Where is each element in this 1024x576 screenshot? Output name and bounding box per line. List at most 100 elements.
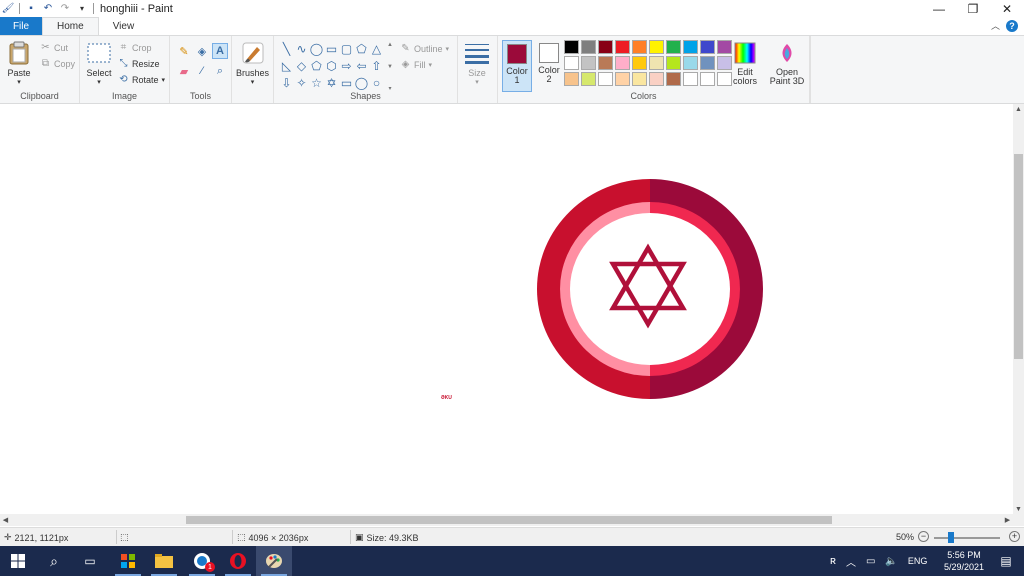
customize-quick-access-icon[interactable]: ▾ bbox=[76, 3, 88, 15]
fill-bucket-icon[interactable]: ◈ bbox=[194, 43, 210, 59]
curve-shape-icon[interactable]: ∿ bbox=[294, 41, 309, 56]
task-view-button[interactable]: ▭ bbox=[72, 546, 108, 576]
size-button[interactable]: Size ▾ bbox=[464, 40, 490, 86]
zoom-out-button[interactable]: − bbox=[918, 531, 929, 542]
palette-color-swatch[interactable] bbox=[683, 40, 698, 54]
cloud-callout-shape-icon[interactable]: ○ bbox=[369, 75, 384, 90]
right-arrow-shape-icon[interactable]: ⇨ bbox=[339, 58, 354, 73]
paste-button[interactable]: Paste ▾ bbox=[6, 40, 32, 86]
zoom-in-button[interactable]: + bbox=[1009, 531, 1020, 542]
canvas-area[interactable]: ƏKU bbox=[0, 104, 1013, 514]
left-arrow-shape-icon[interactable]: ⇦ bbox=[354, 58, 369, 73]
oval-callout-shape-icon[interactable]: ◯ bbox=[354, 75, 369, 90]
taskbar-paint[interactable] bbox=[256, 546, 292, 576]
palette-color-swatch[interactable] bbox=[683, 72, 698, 86]
polygon-shape-icon[interactable]: ⬠ bbox=[354, 41, 369, 56]
battery-icon[interactable]: ▭ bbox=[866, 556, 875, 567]
clock[interactable]: 5:56 PM 5/29/2021 bbox=[944, 549, 984, 573]
vertical-scroll-thumb[interactable] bbox=[1014, 154, 1023, 359]
zoom-slider-track[interactable] bbox=[934, 537, 1000, 539]
tab-view[interactable]: View bbox=[99, 17, 149, 35]
collapse-ribbon-icon[interactable]: ︿ bbox=[991, 19, 1000, 32]
pentagon-shape-icon[interactable]: ⬠ bbox=[309, 58, 324, 73]
palette-color-swatch[interactable] bbox=[666, 72, 681, 86]
cut-button[interactable]: ✂ Cut bbox=[40, 42, 68, 53]
five-point-star-shape-icon[interactable]: ☆ bbox=[309, 75, 324, 90]
shapes-scroll[interactable]: ▲ ▼ ▾ bbox=[386, 42, 394, 92]
palette-color-swatch[interactable] bbox=[598, 72, 613, 86]
diamond-shape-icon[interactable]: ◇ bbox=[294, 58, 309, 73]
hexagon-shape-icon[interactable]: ⬡ bbox=[324, 58, 339, 73]
palette-color-swatch[interactable] bbox=[700, 40, 715, 54]
language-indicator[interactable]: ENG bbox=[908, 556, 928, 566]
minimize-button[interactable]: — bbox=[922, 0, 956, 17]
edit-colors-button[interactable]: Edit colors bbox=[731, 40, 759, 86]
paint-app-icon[interactable]: 🖌 bbox=[2, 3, 15, 15]
palette-color-swatch[interactable] bbox=[649, 56, 664, 70]
help-icon[interactable]: ? bbox=[1006, 19, 1018, 32]
palette-color-swatch[interactable] bbox=[666, 40, 681, 54]
horizontal-scroll-thumb[interactable] bbox=[186, 516, 832, 524]
palette-color-swatch[interactable] bbox=[581, 72, 596, 86]
scroll-left-icon[interactable]: ◀ bbox=[0, 515, 11, 525]
restore-button[interactable]: ❐ bbox=[956, 0, 990, 17]
copy-button[interactable]: ⧉ Copy bbox=[40, 58, 75, 69]
palette-color-swatch[interactable] bbox=[598, 56, 613, 70]
undo-icon[interactable]: ↶ bbox=[42, 3, 54, 15]
down-arrow-shape-icon[interactable]: ⇩ bbox=[279, 75, 294, 90]
palette-color-swatch[interactable] bbox=[666, 56, 681, 70]
palette-color-swatch[interactable] bbox=[683, 56, 698, 70]
tab-home[interactable]: Home bbox=[42, 16, 99, 36]
close-button[interactable]: ✕ bbox=[990, 0, 1024, 17]
palette-color-swatch[interactable] bbox=[615, 40, 630, 54]
palette-color-swatch[interactable] bbox=[564, 40, 579, 54]
fill-button[interactable]: ◈ Fill ▾ bbox=[400, 59, 432, 70]
line-shape-icon[interactable]: ╲ bbox=[279, 41, 294, 56]
people-icon[interactable]: ʀ bbox=[830, 555, 836, 567]
magnifier-icon[interactable]: ⌕ bbox=[212, 63, 228, 79]
horizontal-scrollbar[interactable]: ◀ ▶ bbox=[0, 514, 1013, 526]
rect-callout-shape-icon[interactable]: ▭ bbox=[339, 75, 354, 90]
tab-file[interactable]: File bbox=[0, 17, 42, 35]
scroll-down-icon[interactable]: ▼ bbox=[1013, 504, 1024, 514]
color-picker-icon[interactable]: ⁄ bbox=[194, 63, 210, 79]
oval-shape-icon[interactable]: ◯ bbox=[309, 41, 324, 56]
triangle-shape-icon[interactable]: △ bbox=[369, 41, 384, 56]
redo-icon[interactable]: ↷ bbox=[59, 3, 71, 15]
six-point-star-shape-icon[interactable]: ✡ bbox=[324, 75, 339, 90]
palette-color-swatch[interactable] bbox=[649, 40, 664, 54]
palette-color-swatch[interactable] bbox=[717, 40, 732, 54]
volume-icon[interactable]: 🔈 bbox=[885, 556, 897, 567]
outline-button[interactable]: ✎ Outline ▾ bbox=[400, 43, 449, 54]
palette-color-swatch[interactable] bbox=[700, 72, 715, 86]
open-paint-3d-button[interactable]: Open Paint 3D bbox=[768, 40, 806, 86]
rectangle-shape-icon[interactable]: ▭ bbox=[324, 41, 339, 56]
color-2-button[interactable]: Color 2 bbox=[534, 40, 564, 92]
right-triangle-shape-icon[interactable]: ◺ bbox=[279, 58, 294, 73]
rounded-rectangle-shape-icon[interactable]: ▢ bbox=[339, 41, 354, 56]
palette-color-swatch[interactable] bbox=[700, 56, 715, 70]
palette-color-swatch[interactable] bbox=[615, 72, 630, 86]
palette-color-swatch[interactable] bbox=[632, 40, 647, 54]
up-arrow-shape-icon[interactable]: ⇧ bbox=[369, 58, 384, 73]
resize-button[interactable]: ⤡ Resize bbox=[118, 58, 160, 69]
search-button[interactable]: ⌕ bbox=[36, 546, 72, 576]
palette-color-swatch[interactable] bbox=[632, 56, 647, 70]
save-icon[interactable]: ▪ bbox=[25, 3, 37, 15]
eraser-icon[interactable]: ▰ bbox=[176, 63, 192, 79]
select-button[interactable]: Select ▾ bbox=[86, 40, 112, 86]
taskbar-opera-browser[interactable] bbox=[220, 546, 256, 576]
four-point-star-shape-icon[interactable]: ✧ bbox=[294, 75, 309, 90]
palette-color-swatch[interactable] bbox=[564, 72, 579, 86]
palette-color-swatch[interactable] bbox=[615, 56, 630, 70]
palette-color-swatch[interactable] bbox=[598, 40, 613, 54]
scroll-right-icon[interactable]: ▶ bbox=[1002, 515, 1013, 525]
rotate-button[interactable]: ⟲ Rotate ▾ bbox=[118, 74, 165, 85]
text-tool-icon[interactable]: A bbox=[212, 43, 228, 59]
taskbar-app-store[interactable] bbox=[110, 546, 146, 576]
zoom-slider-thumb[interactable] bbox=[947, 532, 954, 543]
palette-color-swatch[interactable] bbox=[581, 40, 596, 54]
taskbar-file-explorer[interactable] bbox=[146, 546, 182, 576]
palette-color-swatch[interactable] bbox=[564, 56, 579, 70]
brushes-button[interactable]: Brushes ▾ bbox=[236, 40, 269, 86]
